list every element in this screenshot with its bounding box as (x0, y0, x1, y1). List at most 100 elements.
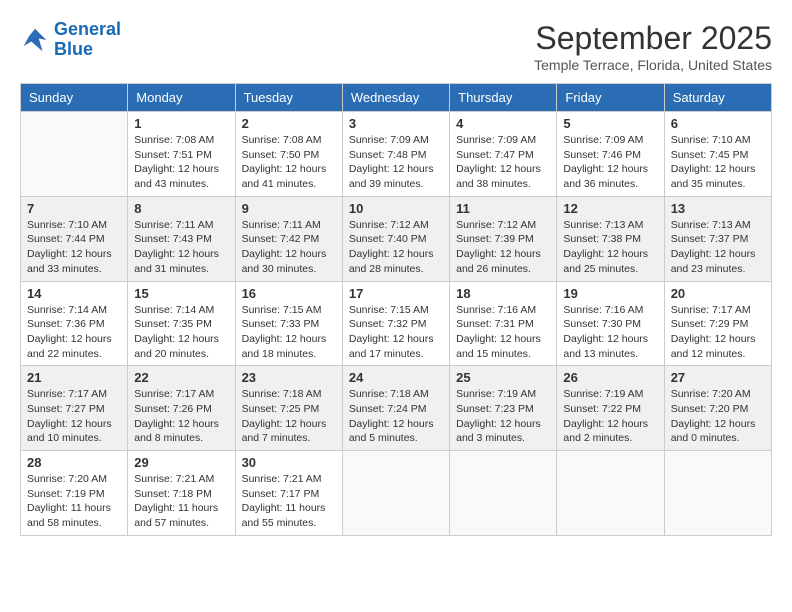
day-info: Sunrise: 7:16 AMSunset: 7:30 PMDaylight:… (563, 303, 657, 362)
day-number: 2 (242, 116, 336, 131)
calendar-cell: 8 Sunrise: 7:11 AMSunset: 7:43 PMDaylight… (128, 196, 235, 281)
day-info: Sunrise: 7:19 AMSunset: 7:23 PMDaylight:… (456, 387, 550, 446)
logo-icon (20, 25, 50, 55)
day-info: Sunrise: 7:08 AMSunset: 7:51 PMDaylight:… (134, 133, 228, 192)
calendar-cell: 22Sunrise: 7:17 AMSunset: 7:26 PMDayligh… (128, 366, 235, 451)
day-number: 27 (671, 370, 765, 385)
calendar-cell: 6 Sunrise: 7:10 AMSunset: 7:45 PMDaylight… (664, 112, 771, 197)
calendar-cell: 16 Sunrise: 7:15 AMSunset: 7:33 PMDayligh… (235, 281, 342, 366)
day-info: Sunrise: 7:20 AMSunset: 7:19 PMDaylight:… (27, 472, 121, 531)
calendar-cell: 30Sunrise: 7:21 AMSunset: 7:17 PMDayligh… (235, 451, 342, 536)
logo-line1: General (54, 19, 121, 39)
day-number: 17 (349, 286, 443, 301)
calendar-cell: 2 Sunrise: 7:08 AMSunset: 7:50 PMDaylight… (235, 112, 342, 197)
day-info: Sunrise: 7:14 AMSunset: 7:36 PMDaylight:… (27, 303, 121, 362)
day-number: 9 (242, 201, 336, 216)
dow-header-friday: Friday (557, 84, 664, 112)
calendar-cell: 26 Sunrise: 7:19 AMSunset: 7:22 PMDayligh… (557, 366, 664, 451)
day-number: 26 (563, 370, 657, 385)
logo: General Blue (20, 20, 121, 60)
calendar-cell: 27 Sunrise: 7:20 AMSunset: 7:20 PMDayligh… (664, 366, 771, 451)
location-subtitle: Temple Terrace, Florida, United States (534, 57, 772, 73)
day-info: Sunrise: 7:20 AMSunset: 7:20 PMDaylight:… (671, 387, 765, 446)
day-number: 28 (27, 455, 121, 470)
calendar-cell: 20 Sunrise: 7:17 AMSunset: 7:29 PMDayligh… (664, 281, 771, 366)
calendar-cell: 21 Sunrise: 7:17 AMSunset: 7:27 PMDayligh… (21, 366, 128, 451)
day-number: 21 (27, 370, 121, 385)
calendar-cell: 11 Sunrise: 7:12 AMSunset: 7:39 PMDayligh… (450, 196, 557, 281)
logo-line2: Blue (54, 39, 93, 59)
dow-header-thursday: Thursday (450, 84, 557, 112)
calendar-cell: 23 Sunrise: 7:18 AMSunset: 7:25 PMDayligh… (235, 366, 342, 451)
day-info: Sunrise: 7:18 AMSunset: 7:24 PMDaylight:… (349, 387, 443, 446)
day-info: Sunrise: 7:17 AMSunset: 7:29 PMDaylight:… (671, 303, 765, 362)
day-info: Sunrise: 7:15 AMSunset: 7:32 PMDaylight:… (349, 303, 443, 362)
calendar-cell: 14 Sunrise: 7:14 AMSunset: 7:36 PMDayligh… (21, 281, 128, 366)
day-number: 22 (134, 370, 228, 385)
day-number: 1 (134, 116, 228, 131)
day-info: Sunrise: 7:10 AMSunset: 7:45 PMDaylight:… (671, 133, 765, 192)
day-info: Sunrise: 7:09 AMSunset: 7:48 PMDaylight:… (349, 133, 443, 192)
dow-header-saturday: Saturday (664, 84, 771, 112)
calendar-cell: 10 Sunrise: 7:12 AMSunset: 7:40 PMDayligh… (342, 196, 449, 281)
calendar-cell: 17 Sunrise: 7:15 AMSunset: 7:32 PMDayligh… (342, 281, 449, 366)
calendar-cell: 12 Sunrise: 7:13 AMSunset: 7:38 PMDayligh… (557, 196, 664, 281)
day-number: 15 (134, 286, 228, 301)
day-info: Sunrise: 7:08 AMSunset: 7:50 PMDaylight:… (242, 133, 336, 192)
day-info: Sunrise: 7:12 AMSunset: 7:40 PMDaylight:… (349, 218, 443, 277)
day-info: Sunrise: 7:09 AMSunset: 7:46 PMDaylight:… (563, 133, 657, 192)
calendar-cell: 7Sunrise: 7:10 AMSunset: 7:44 PMDaylight… (21, 196, 128, 281)
day-info: Sunrise: 7:17 AMSunset: 7:27 PMDaylight:… (27, 387, 121, 446)
day-info: Sunrise: 7:21 AMSunset: 7:17 PMDaylight:… (242, 472, 336, 531)
day-info: Sunrise: 7:15 AMSunset: 7:33 PMDaylight:… (242, 303, 336, 362)
day-number: 16 (242, 286, 336, 301)
dow-header-wednesday: Wednesday (342, 84, 449, 112)
day-info: Sunrise: 7:16 AMSunset: 7:31 PMDaylight:… (456, 303, 550, 362)
day-number: 23 (242, 370, 336, 385)
day-number: 5 (563, 116, 657, 131)
day-number: 14 (27, 286, 121, 301)
day-info: Sunrise: 7:13 AMSunset: 7:37 PMDaylight:… (671, 218, 765, 277)
calendar-cell: 13 Sunrise: 7:13 AMSunset: 7:37 PMDayligh… (664, 196, 771, 281)
day-info: Sunrise: 7:09 AMSunset: 7:47 PMDaylight:… (456, 133, 550, 192)
day-number: 13 (671, 201, 765, 216)
day-number: 6 (671, 116, 765, 131)
day-number: 29 (134, 455, 228, 470)
day-info: Sunrise: 7:21 AMSunset: 7:18 PMDaylight:… (134, 472, 228, 531)
day-number: 10 (349, 201, 443, 216)
day-number: 20 (671, 286, 765, 301)
calendar-cell (450, 451, 557, 536)
calendar-cell: 1 Sunrise: 7:08 AMSunset: 7:51 PMDaylight… (128, 112, 235, 197)
calendar-cell: 29 Sunrise: 7:21 AMSunset: 7:18 PMDayligh… (128, 451, 235, 536)
day-info: Sunrise: 7:11 AMSunset: 7:42 PMDaylight:… (242, 218, 336, 277)
day-info: Sunrise: 7:11 AMSunset: 7:43 PMDaylight:… (134, 218, 228, 277)
dow-header-tuesday: Tuesday (235, 84, 342, 112)
calendar-cell: 5 Sunrise: 7:09 AMSunset: 7:46 PMDaylight… (557, 112, 664, 197)
day-number: 19 (563, 286, 657, 301)
day-info: Sunrise: 7:19 AMSunset: 7:22 PMDaylight:… (563, 387, 657, 446)
day-number: 11 (456, 201, 550, 216)
day-number: 12 (563, 201, 657, 216)
calendar-cell: 3Sunrise: 7:09 AMSunset: 7:48 PMDaylight… (342, 112, 449, 197)
day-info: Sunrise: 7:14 AMSunset: 7:35 PMDaylight:… (134, 303, 228, 362)
day-info: Sunrise: 7:18 AMSunset: 7:25 PMDaylight:… (242, 387, 336, 446)
day-info: Sunrise: 7:13 AMSunset: 7:38 PMDaylight:… (563, 218, 657, 277)
calendar-cell (342, 451, 449, 536)
dow-header-monday: Monday (128, 84, 235, 112)
day-info: Sunrise: 7:12 AMSunset: 7:39 PMDaylight:… (456, 218, 550, 277)
calendar-cell: 28 Sunrise: 7:20 AMSunset: 7:19 PMDayligh… (21, 451, 128, 536)
logo-text: General Blue (54, 20, 121, 60)
calendar-cell: 9 Sunrise: 7:11 AMSunset: 7:42 PMDaylight… (235, 196, 342, 281)
day-number: 18 (456, 286, 550, 301)
calendar-cell: 19 Sunrise: 7:16 AMSunset: 7:30 PMDayligh… (557, 281, 664, 366)
day-number: 25 (456, 370, 550, 385)
day-number: 24 (349, 370, 443, 385)
calendar-cell: 25 Sunrise: 7:19 AMSunset: 7:23 PMDayligh… (450, 366, 557, 451)
day-number: 4 (456, 116, 550, 131)
calendar-cell (21, 112, 128, 197)
month-title: September 2025 (534, 20, 772, 57)
calendar-cell: 15 Sunrise: 7:14 AMSunset: 7:35 PMDayligh… (128, 281, 235, 366)
calendar-cell: 18 Sunrise: 7:16 AMSunset: 7:31 PMDayligh… (450, 281, 557, 366)
page-header: General Blue September 2025 Temple Terra… (20, 20, 772, 73)
day-number: 8 (134, 201, 228, 216)
